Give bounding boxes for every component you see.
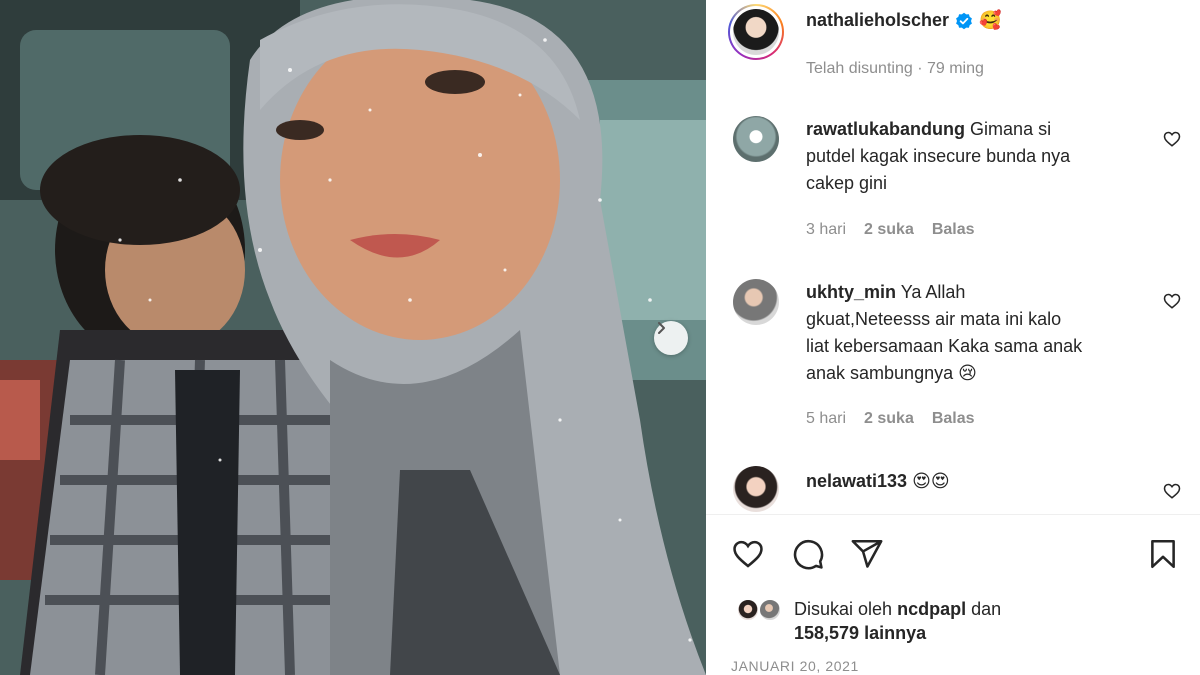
post-age[interactable]: 79 ming — [927, 60, 984, 77]
liker-avatar — [758, 598, 782, 622]
comment-body: ukhty_min Ya Allah gkuat,Neteesss air ma… — [806, 279, 1146, 387]
photo-illustration — [0, 0, 706, 675]
post-details-panel: nathalieholscher 🥰 Telah disunting · 79 … — [706, 0, 1200, 675]
liked-by-user[interactable]: ncdpapl — [897, 599, 966, 619]
comment-line-1: rawatlukabandung Gimana si — [806, 116, 1136, 143]
paper-plane-icon[interactable] — [850, 537, 884, 571]
comment-line-3: cakep gini — [806, 173, 888, 193]
comment-meta: 5 hari 2 suka Balas — [806, 410, 975, 428]
comment-reply-button[interactable]: Balas — [932, 410, 975, 428]
author-row: nathalieholscher 🥰 — [806, 10, 1001, 31]
author-username[interactable]: nathalieholscher — [806, 10, 949, 31]
comment-username[interactable]: rawatlukabandung — [806, 119, 965, 139]
comment-bubble-icon[interactable] — [791, 537, 825, 571]
comment-like-heart-icon[interactable] — [1163, 482, 1181, 500]
next-photo-button[interactable] — [654, 321, 688, 355]
chevron-right-icon — [658, 322, 665, 334]
comment-time[interactable]: 5 hari — [806, 410, 846, 428]
bookmark-icon[interactable] — [1146, 537, 1180, 571]
verified-badge-icon — [956, 12, 972, 29]
comment-line-1: ukhty_min Ya Allah — [806, 279, 1146, 306]
comment-text: Gimana si — [970, 119, 1052, 139]
post-edited-meta: Telah disunting · 79 ming — [806, 60, 984, 78]
commenter-avatar[interactable] — [733, 279, 779, 325]
likes-count[interactable]: 158,579 lainnya — [794, 623, 926, 644]
liked-by-text: Disukai oleh ncdpapl dan — [794, 596, 1001, 623]
comment-line-4: anak sambungnya 😢 — [806, 363, 977, 383]
comment-line-3: liat kebersamaan Kaka sama anak — [806, 336, 1083, 356]
comment-meta: 3 hari 2 suka Balas — [806, 221, 975, 239]
liked-by-prefix: Disukai oleh — [794, 599, 893, 619]
author-emoji: 🥰 — [979, 10, 1002, 30]
comment-body: nelawati133 😍😍 — [806, 468, 1146, 495]
post-date[interactable]: JANUARI 20, 2021 — [731, 658, 859, 674]
comment-line-2: putdel kagak insecure bunda nya — [806, 146, 1071, 166]
comment-text: 😍😍 — [912, 471, 950, 491]
section-divider — [706, 514, 1200, 515]
comment-like-heart-icon[interactable] — [1163, 292, 1181, 310]
commenter-avatar[interactable] — [733, 466, 779, 512]
comment-username[interactable]: nelawati133 — [806, 471, 907, 491]
comment-likes[interactable]: 2 suka — [864, 221, 914, 239]
post-photo[interactable] — [0, 0, 706, 675]
comment-time[interactable]: 3 hari — [806, 221, 846, 239]
heart-icon[interactable] — [731, 537, 765, 571]
comment-username[interactable]: ukhty_min — [806, 282, 896, 302]
commenter-avatar[interactable] — [733, 116, 779, 162]
comment-likes[interactable]: 2 suka — [864, 410, 914, 428]
author-avatar[interactable] — [728, 4, 784, 60]
edited-label: Telah disunting — [806, 60, 913, 77]
comment-reply-button[interactable]: Balas — [932, 221, 975, 239]
liked-by-and: dan — [971, 599, 1002, 619]
comment-line-2: gkuat,Neteesss air mata ini kalo — [806, 309, 1062, 329]
comment-text: Ya Allah — [900, 282, 966, 302]
comment-body: rawatlukabandung Gimana si putdel kagak … — [806, 116, 1136, 197]
liker-avatar — [736, 598, 760, 622]
meta-separator: · — [917, 60, 927, 77]
comment-like-heart-icon[interactable] — [1163, 130, 1181, 148]
